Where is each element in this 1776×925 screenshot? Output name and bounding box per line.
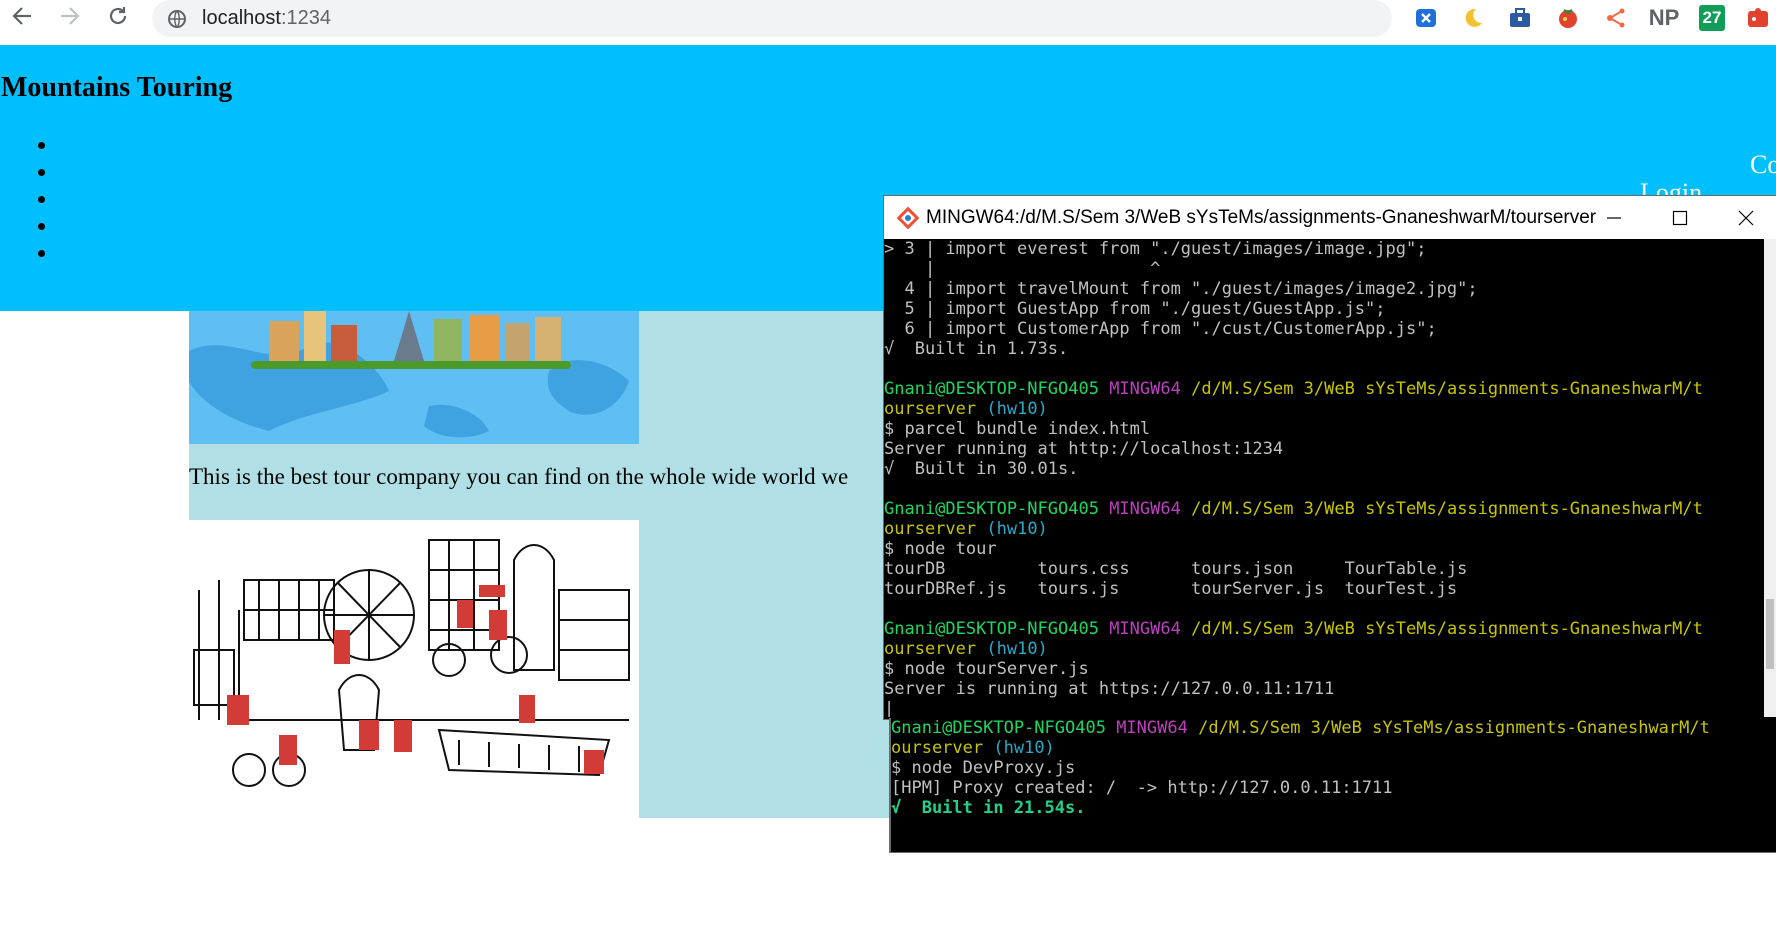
back-arrow-icon (12, 7, 31, 25)
terminal-prompt-line: Gnani@DESKTOP-NFGO405 MINGW64 /d/M.S/Sem… (884, 619, 1764, 639)
terminal-title: MINGW64:/d/M.S/Sem 3/WeB sYsTeMs/assignm… (926, 206, 1597, 228)
terminal-prompt-line: ourserver (hw10) (884, 519, 1764, 539)
terminal-line: $ node DevProxy.js (891, 758, 1076, 778)
back-button[interactable] (4, 0, 40, 32)
prompt-path: /d/M.S/Sem 3/WeB sYsTeMs/assignments-Gna… (1191, 619, 1703, 639)
forward-button[interactable] (52, 0, 88, 32)
company-tagline: This is the best tour company you can fi… (189, 464, 849, 489)
prompt-branch: (hw10) (986, 399, 1048, 419)
terminal-line: 4 | import travelMount from "./guest/ima… (884, 279, 1478, 299)
close-icon (1738, 210, 1754, 225)
terminal-line: tourDBRef.js tours.js tourServer.js tour… (884, 579, 1458, 599)
browser-toolbar: localhost:1234 NP 27 (0, 0, 1776, 40)
forward-arrow-icon (61, 7, 80, 25)
terminal-line: Server running at http://localhost:1234 (884, 439, 1284, 459)
terminal-prompt-line: Gnani@DESKTOP-NFGO405 MINGW64 /d/M.S/Sem… (884, 379, 1764, 399)
minimize-button[interactable] (1584, 196, 1644, 239)
minimize-icon (1607, 216, 1621, 219)
terminal-line: √ Built in 30.01s. (884, 459, 1079, 479)
terminal-line: > 3 | import everest from "./guest/image… (884, 239, 1427, 259)
prompt-path: /d/M.S/Sem 3/WeB sYsTeMs/assignments-Gna… (1191, 379, 1703, 399)
nav-link-contact[interactable]: Co (1750, 150, 1776, 180)
reload-button[interactable] (100, 0, 136, 32)
prompt-branch: (hw10) (986, 519, 1048, 539)
prompt-path: ourserver (884, 639, 977, 659)
tomato-ext-icon[interactable] (1552, 2, 1584, 34)
terminal-scrollbar[interactable] (1764, 239, 1776, 717)
world-landmarks-image (189, 311, 639, 444)
close-tab-ext-icon[interactable] (1410, 2, 1442, 34)
puzzle-ext-icon[interactable] (1742, 2, 1774, 34)
site-title: Mountains Touring (1, 72, 233, 103)
site-info-icon[interactable] (166, 8, 188, 30)
city-sketch-image (189, 520, 639, 818)
terminal-prompt-line: ourserver (hw10) (884, 399, 1764, 419)
prompt-path: /d/M.S/Sem 3/WeB sYsTeMs/assignments-Gna… (1198, 718, 1710, 738)
prompt-branch: (hw10) (993, 738, 1055, 758)
terminal-pane-2[interactable]: Gnani@DESKTOP-NFGO405 MINGW64 /d/M.S/Sem… (889, 718, 1776, 853)
terminal-prompt-line: Gnani@DESKTOP-NFGO405 MINGW64 /d/M.S/Sem… (884, 499, 1764, 519)
terminal-line: √ Built in 1.73s. (884, 339, 1069, 359)
prompt-branch: (hw10) (986, 639, 1048, 659)
terminal-prompt-line: ourserver (hw10) (884, 639, 1764, 659)
toolbox-ext-icon[interactable] (1504, 2, 1536, 34)
terminal-line: | (884, 699, 895, 717)
maximize-button[interactable] (1650, 196, 1710, 239)
terminal-prompt-line: Gnani@DESKTOP-NFGO405 MINGW64 /d/M.S/Sem… (891, 718, 1776, 738)
prompt-user: Gnani@DESKTOP-NFGO405 (884, 379, 1099, 399)
terminal-line: tourDB tours.css tours.json TourTable.js (884, 559, 1468, 579)
calendar-ext-icon[interactable]: 27 (1696, 2, 1728, 34)
prompt-user: Gnani@DESKTOP-NFGO405 (884, 499, 1099, 519)
prompt-env: MINGW64 (1109, 619, 1181, 639)
terminal-line: | ^ (884, 259, 1161, 279)
prompt-path: ourserver (884, 519, 977, 539)
prompt-path: ourserver (891, 738, 984, 758)
terminal-line: $ parcel bundle index.html (884, 419, 1151, 439)
git-bash-icon (896, 206, 920, 229)
prompt-env: MINGW64 (1109, 499, 1181, 519)
prompt-user: Gnani@DESKTOP-NFGO405 (884, 619, 1099, 639)
scrollbar-thumb[interactable] (1766, 599, 1774, 669)
terminal-line: 6 | import CustomerApp from "./cust/Cust… (884, 319, 1437, 339)
prompt-env: MINGW64 (1116, 718, 1188, 738)
np-ext-icon[interactable]: NP (1648, 2, 1680, 34)
share-ext-icon[interactable] (1600, 2, 1632, 34)
address-bar[interactable]: localhost:1234 (152, 0, 1392, 37)
moon-ext-icon[interactable] (1456, 2, 1488, 34)
terminal-titlebar[interactable]: MINGW64:/d/M.S/Sem 3/WeB sYsTeMs/assignm… (884, 196, 1776, 239)
terminal-line: [HPM] Proxy created: / -> http://127.0.0… (891, 778, 1393, 798)
terminal-line: Server is running at https://127.0.0.11:… (884, 679, 1335, 699)
prompt-user: Gnani@DESKTOP-NFGO405 (891, 718, 1106, 738)
close-button[interactable] (1716, 196, 1776, 239)
maximize-icon (1672, 210, 1688, 225)
terminal-prompt-line: ourserver (hw10) (891, 738, 1776, 758)
url-text: localhost:1234 (202, 7, 331, 29)
prompt-path: ourserver (884, 399, 977, 419)
terminal-line: √ Built in 21.54s. (891, 798, 1086, 818)
reload-icon (109, 7, 127, 25)
prompt-env: MINGW64 (1109, 379, 1181, 399)
terminal-line: 5 | import GuestApp from "./guest/GuestA… (884, 299, 1386, 319)
terminal-line: $ node tourServer.js (884, 659, 1089, 679)
terminal-line: $ node tour (884, 539, 997, 559)
prompt-path: /d/M.S/Sem 3/WeB sYsTeMs/assignments-Gna… (1191, 499, 1703, 519)
terminal-window[interactable]: MINGW64:/d/M.S/Sem 3/WeB sYsTeMs/assignm… (883, 195, 1776, 720)
terminal-output[interactable]: > 3 | import everest from "./guest/image… (884, 239, 1764, 717)
